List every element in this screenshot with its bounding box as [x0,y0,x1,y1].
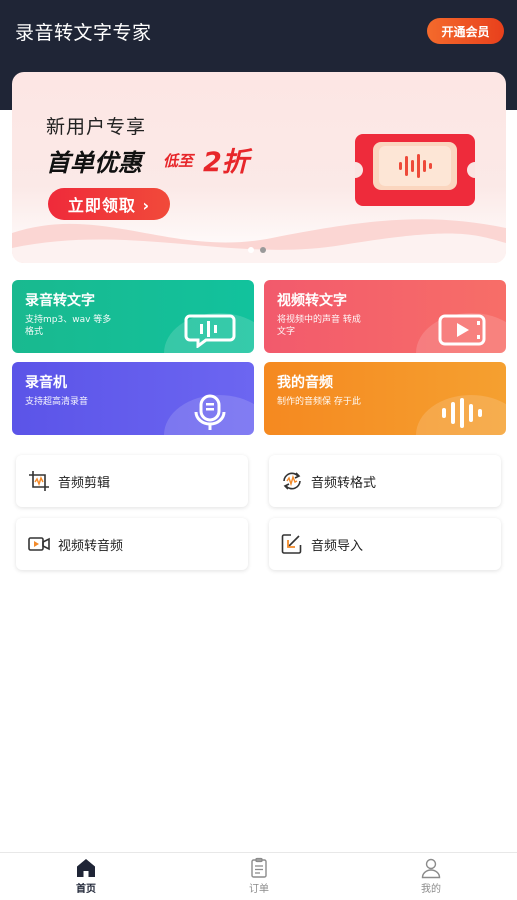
card-recorder[interactable]: 录音机 支持超高清录音 [12,362,254,435]
app-title: 录音转文字专家 [15,22,152,44]
banner-main-text: 首单优惠 [46,149,142,177]
home-icon [77,859,95,877]
card-title: 录音转文字 [25,293,95,309]
carousel-dot[interactable] [248,247,254,253]
tool-audio-convert[interactable]: 音频转格式 [269,455,501,507]
profile-icon [421,858,441,879]
audio-convert-icon [283,472,301,490]
card-audio-to-text[interactable]: 录音转文字 支持mp3、wav 等多格式 [12,280,254,353]
tool-label: 视频转音频 [58,538,124,554]
coupon-ticket-icon [355,134,475,206]
tab-profile[interactable]: 我的 [401,857,461,895]
card-title: 录音机 [25,375,67,391]
bottom-tab-bar: 首页 订单 我的 [0,852,517,900]
video-play-icon [438,314,486,346]
tool-audio-import[interactable]: 音频导入 [269,518,501,570]
banner-discount: 2折 [203,147,249,178]
carousel-dots [248,247,266,253]
order-icon [251,857,267,878]
promo-banner[interactable]: 新用户专享 首单优惠 低至 2折 立即领取 › [12,72,506,263]
audio-bars-icon [442,398,482,428]
card-description: 支持超高清录音 [25,397,89,407]
card-title: 视频转文字 [277,293,347,309]
microphone-icon [194,394,226,430]
tool-label: 音频导入 [311,538,364,554]
card-video-to-text[interactable]: 视频转文字 将视频中的声音 转成文字 [264,280,506,353]
tool-label: 音频转格式 [311,475,377,491]
banner-subtitle: 新用户专享 [46,116,147,138]
card-title: 我的音频 [277,375,333,391]
carousel-dot-active[interactable] [260,247,266,253]
claim-button[interactable]: 立即领取 › [48,188,170,220]
tool-label: 音频剪辑 [58,475,111,491]
tab-label: 我的 [421,884,441,895]
card-description: 制作的音频保 存于此 [277,397,361,407]
tab-label: 首页 [76,884,96,895]
vip-button[interactable]: 开通会员 [427,18,504,44]
tool-video-to-audio[interactable]: 视频转音频 [16,518,248,570]
card-description: 将视频中的声音 转成文字 [277,315,361,337]
tab-home[interactable]: 首页 [56,857,116,895]
banner-low-text: 低至 [163,152,194,170]
tab-label: 订单 [249,884,269,895]
audio-crop-icon [29,471,49,491]
video-camera-icon [28,537,50,551]
tool-audio-edit[interactable]: 音频剪辑 [16,455,248,507]
tab-orders[interactable]: 订单 [229,857,289,895]
card-description: 支持mp3、wav 等多格式 [25,315,112,337]
card-my-audio[interactable]: 我的音频 制作的音频保 存于此 [264,362,506,435]
speech-bubble-icon [184,314,236,348]
import-icon [281,534,302,554]
